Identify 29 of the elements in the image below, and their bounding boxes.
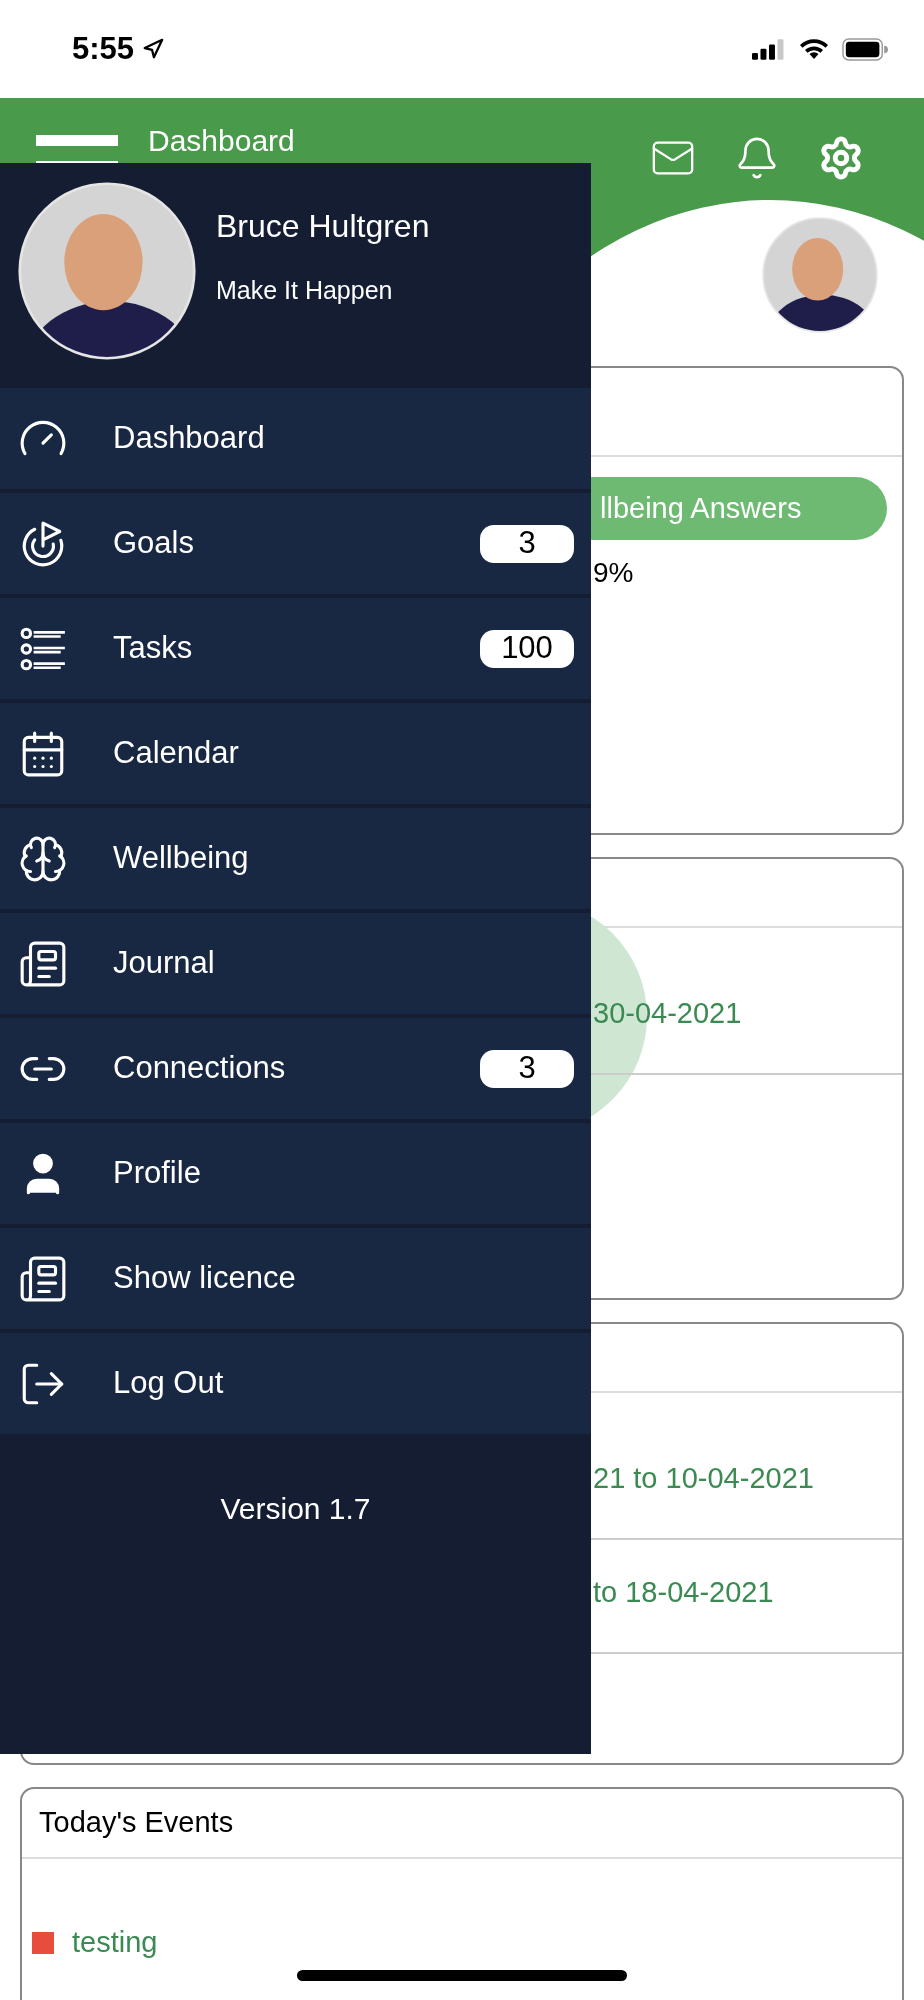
status-time: 5:55: [72, 29, 135, 68]
user-tagline: Make It Happen: [216, 275, 394, 306]
battery-icon: [842, 37, 888, 61]
drawer-item[interactable]: Connections 3: [0, 1018, 591, 1119]
period-range: 21 to 10-04-2021: [593, 1460, 814, 1496]
event-name[interactable]: testing: [72, 1921, 158, 1965]
wifi-icon: [798, 37, 830, 61]
version-text: Version 1.7: [220, 1491, 371, 1527]
signal-icon: [752, 38, 786, 60]
drawer-item[interactable]: Log Out: [0, 1333, 591, 1434]
drawer-item[interactable]: Wellbeing: [0, 808, 591, 909]
drawer-item[interactable]: Show licence: [0, 1228, 591, 1329]
count-badge: 100: [480, 629, 574, 668]
drawer-item[interactable]: Tasks 100: [0, 598, 591, 699]
count-badge: 3: [480, 1049, 574, 1088]
settings-icon[interactable]: [818, 135, 864, 181]
drawer-item[interactable]: Profile: [0, 1123, 591, 1224]
header-title: Dashboard: [148, 123, 295, 159]
location-arrow-icon: [142, 38, 165, 60]
drawer-item[interactable]: Dashboard: [0, 388, 591, 489]
count-badge: 3: [480, 524, 574, 563]
wellbeing-score: 9%: [593, 556, 635, 590]
drawer-item[interactable]: Journal: [0, 913, 591, 1014]
events-title: Today's Events: [39, 1805, 234, 1841]
period-range: to 18-04-2021: [593, 1574, 774, 1610]
user-name: Bruce Hultgren: [216, 207, 430, 246]
drawer-item[interactable]: Goals 3: [0, 493, 591, 594]
progress-date: 30-04-2021: [593, 995, 742, 1031]
drawer-item[interactable]: Calendar: [0, 703, 591, 804]
